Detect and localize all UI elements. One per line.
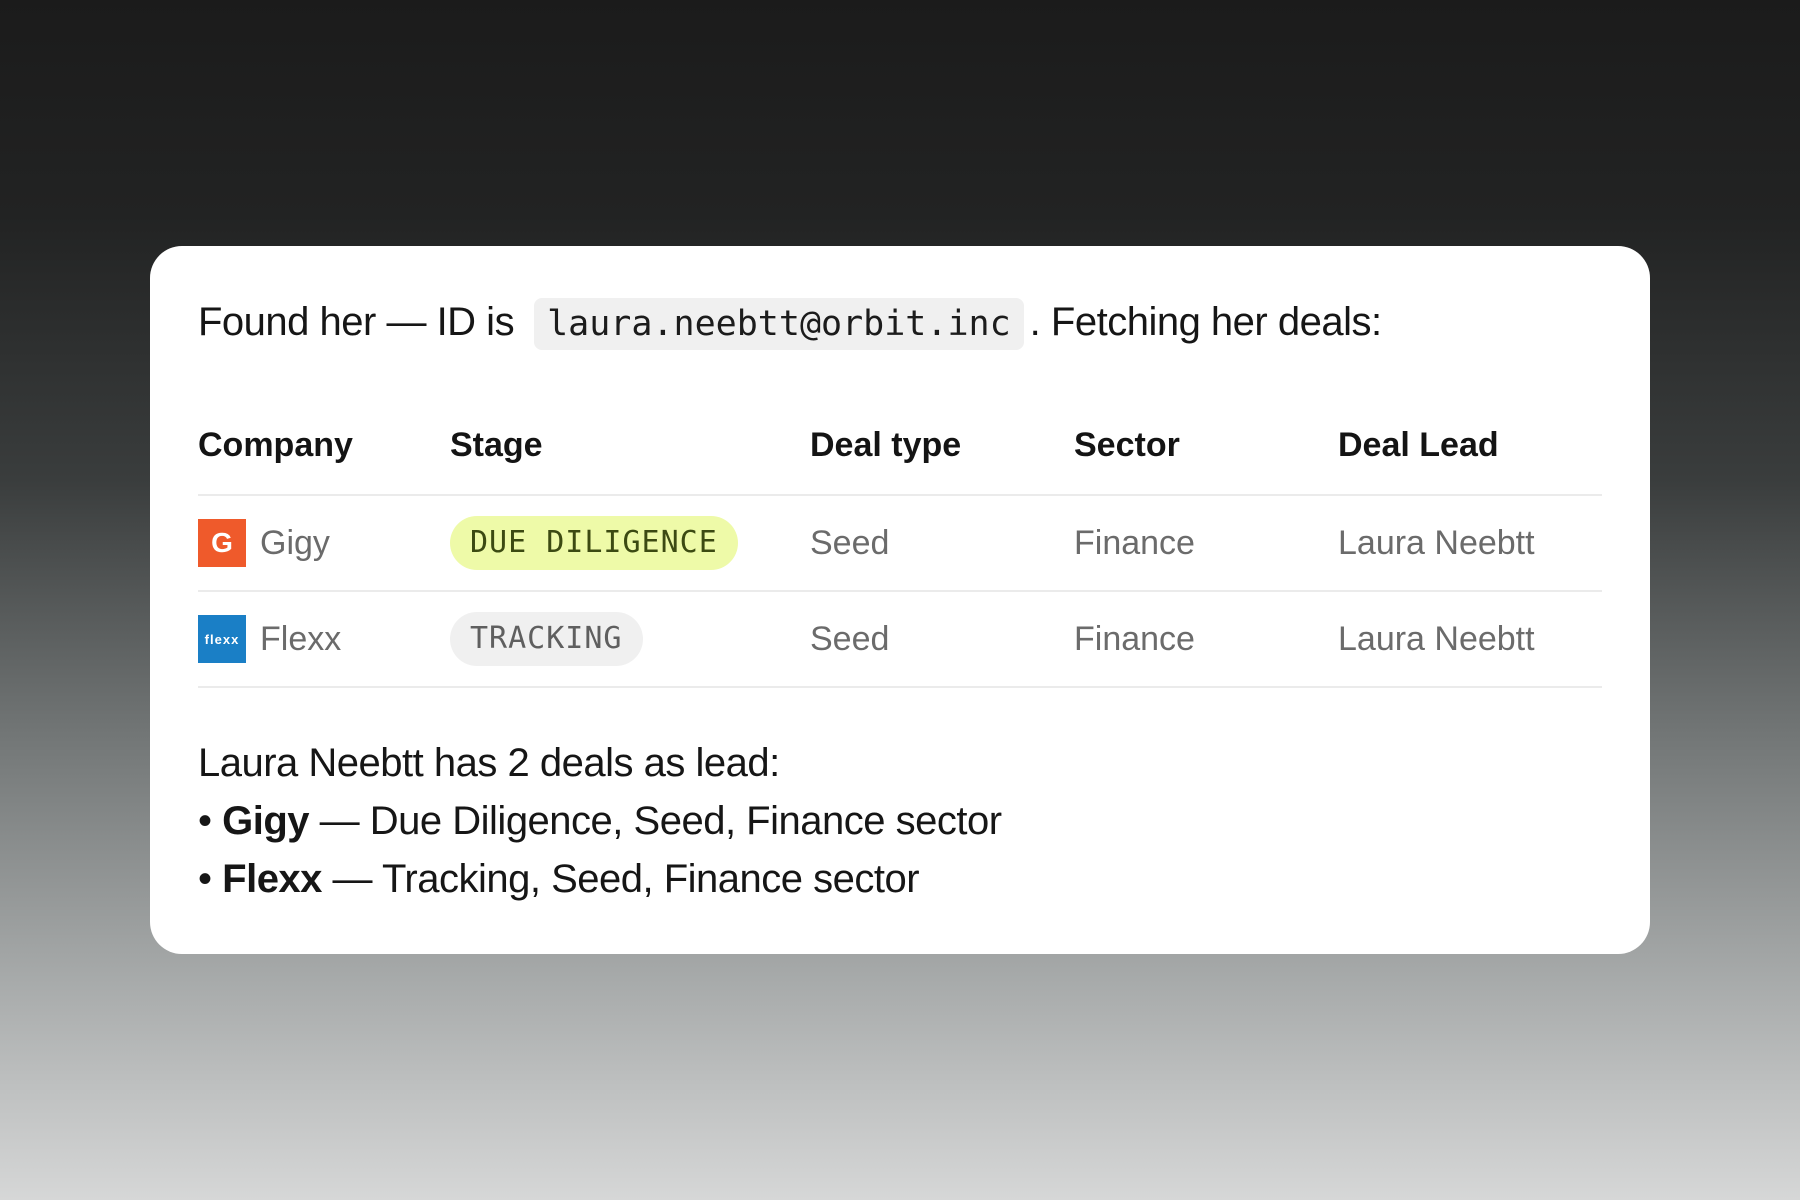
header-company: Company — [198, 425, 353, 464]
chat-message-card: Found her — ID is laura.neebtt@orbit.inc.… — [150, 246, 1650, 954]
header-deal-type: Deal type — [810, 425, 962, 464]
summary-detail: — Tracking, Seed, Finance sector — [321, 857, 920, 901]
bullet: • — [198, 799, 212, 843]
user-id-code: laura.neebtt@orbit.inc — [534, 298, 1024, 350]
deal-lead-cell: Laura Neebtt — [1338, 523, 1535, 562]
stage-badge: DUE DILIGENCE — [450, 516, 738, 570]
intro-text: Found her — ID is laura.neebtt@orbit.inc.… — [198, 290, 1602, 354]
company-name[interactable]: Gigy — [260, 524, 330, 563]
intro-suffix: . Fetching her deals: — [1029, 300, 1382, 344]
stage-badge: TRACKING — [450, 612, 643, 666]
company-name[interactable]: Flexx — [260, 620, 341, 659]
company-cell: flexx Flexx — [198, 615, 450, 663]
intro-prefix: Found her — ID is — [198, 300, 515, 344]
deal-summary: Laura Neebtt has 2 deals as lead: • Gigy… — [198, 734, 1602, 908]
deal-type-cell: Seed — [810, 523, 890, 562]
gigy-logo-icon: G — [198, 519, 246, 567]
deal-lead-cell: Laura Neebtt — [1338, 619, 1535, 658]
flexx-logo-icon: flexx — [198, 615, 246, 663]
deal-type-cell: Seed — [810, 619, 890, 658]
header-sector: Sector — [1074, 425, 1180, 464]
summary-company-name: Flexx — [222, 857, 322, 901]
header-stage: Stage — [450, 425, 543, 464]
deals-table: Company Stage Deal type Sector Deal Lead… — [198, 402, 1602, 688]
stage-cell: DUE DILIGENCE — [450, 516, 810, 570]
summary-list-item: • Flexx — Tracking, Seed, Finance sector — [198, 850, 1602, 908]
table-header-row: Company Stage Deal type Sector Deal Lead — [198, 402, 1602, 496]
sector-cell: Finance — [1074, 523, 1195, 562]
summary-detail: — Due Diligence, Seed, Finance sector — [309, 799, 1002, 843]
summary-heading: Laura Neebtt has 2 deals as lead: — [198, 741, 780, 785]
table-row[interactable]: G Gigy DUE DILIGENCE Seed Finance Laura … — [198, 496, 1602, 592]
sector-cell: Finance — [1074, 619, 1195, 658]
table-row[interactable]: flexx Flexx TRACKING Seed Finance Laura … — [198, 592, 1602, 688]
summary-company-name: Gigy — [222, 799, 310, 843]
bullet: • — [198, 857, 212, 901]
header-deal-lead: Deal Lead — [1338, 425, 1499, 464]
summary-list-item: • Gigy — Due Diligence, Seed, Finance se… — [198, 792, 1602, 850]
stage-cell: TRACKING — [450, 612, 810, 666]
company-cell: G Gigy — [198, 519, 450, 567]
